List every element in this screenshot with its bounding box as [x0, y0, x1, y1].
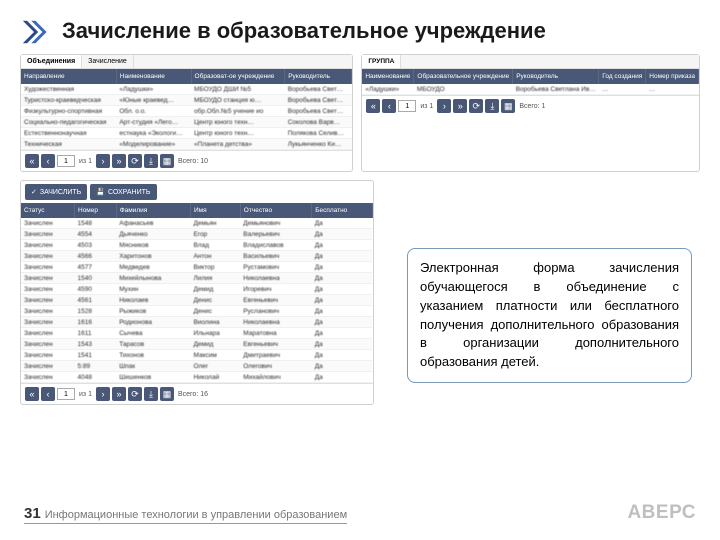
- slide-header: Зачисление в образовательное учреждение: [0, 0, 720, 46]
- pager-3: « ‹ из 1 › » ⟳ ⤓ ▦ Всего: 16: [21, 383, 373, 404]
- first-page-button[interactable]: «: [366, 99, 380, 113]
- last-page-button[interactable]: »: [453, 99, 467, 113]
- total-label: Всего: 10: [176, 158, 210, 165]
- column-header[interactable]: Образоват-ое учреждение: [191, 69, 285, 84]
- table-row[interactable]: Зачислен1540МихейлыноваЛилияНиколаевнаДа: [21, 273, 372, 284]
- footer-left: 31 Информационные технологии в управлени…: [24, 505, 347, 524]
- first-page-button[interactable]: «: [25, 154, 39, 168]
- export-icon[interactable]: ⤓: [144, 387, 158, 401]
- column-header[interactable]: Руководитель: [285, 69, 352, 84]
- settings-icon[interactable]: ▦: [501, 99, 515, 113]
- page-of-label: из 1: [77, 391, 94, 398]
- page-input[interactable]: [57, 155, 75, 167]
- table-row[interactable]: Естественнонаучнаяестнаука «Экологи…Цент…: [21, 128, 352, 139]
- table-row[interactable]: Зачислен4590МухинДемидИгоревичДа: [21, 284, 372, 295]
- table-assoc: НаправлениеНаименованиеОбразоват-ое учре…: [21, 69, 352, 150]
- column-header[interactable]: Руководитель: [513, 69, 599, 84]
- table-students: СтатусНомерФамилияИмяОтчествоБесплатноЗа…: [21, 203, 373, 383]
- next-page-button[interactable]: ›: [96, 387, 110, 401]
- chevron-icon: [20, 18, 48, 46]
- page-input[interactable]: [398, 100, 416, 112]
- check-icon: ✓: [31, 188, 37, 196]
- table-row[interactable]: Зачислен4566ХаритоновАнтонВасильевичДа: [21, 251, 372, 262]
- refresh-icon[interactable]: ⟳: [469, 99, 483, 113]
- table-row[interactable]: Зачислен1528РыжиковДенисРуслановичДа: [21, 306, 372, 317]
- column-header[interactable]: Номер: [75, 203, 117, 218]
- save-button[interactable]: 💾СОХРАНИТЬ: [90, 184, 156, 200]
- last-page-button[interactable]: »: [112, 154, 126, 168]
- next-page-button[interactable]: ›: [437, 99, 451, 113]
- total-label: Всего: 16: [176, 391, 210, 398]
- description-callout: Электронная форма зачисления обучающегос…: [407, 248, 692, 383]
- settings-icon[interactable]: ▦: [160, 154, 174, 168]
- column-header[interactable]: Наименование: [362, 69, 414, 84]
- column-header[interactable]: Образовательное учреждение: [414, 69, 513, 84]
- brand-logo: АВЕРС: [627, 502, 696, 524]
- enroll-button[interactable]: ✓ЗАЧИСЛИТЬ: [25, 184, 87, 200]
- column-header[interactable]: Год создания: [599, 69, 646, 84]
- prev-page-button[interactable]: ‹: [382, 99, 396, 113]
- panel-associations: Объединения Зачисление НаправлениеНаимен…: [20, 54, 353, 172]
- page-input[interactable]: [57, 388, 75, 400]
- pager-2: « ‹ из 1 › » ⟳ ⤓ ▦ Всего: 1: [362, 95, 699, 116]
- table-row[interactable]: Социально-педагогическаяАрт-студия «Лего…: [21, 117, 352, 128]
- table-row[interactable]: Зачислен4503МясниковВладВладиславовДа: [21, 240, 372, 251]
- column-header[interactable]: Номер приказа: [646, 69, 699, 84]
- column-header[interactable]: Имя: [190, 203, 240, 218]
- table-row[interactable]: Зачислен4554ДьяченкоЕгорВалерьевичДа: [21, 229, 372, 240]
- table-row[interactable]: «Ладушки»МБОУДОВоробьева Светлана Ив………: [362, 84, 698, 95]
- table-row[interactable]: Зачислен1616РодионоваВиолинаНиколаевнаДа: [21, 317, 372, 328]
- column-header[interactable]: Отчество: [240, 203, 311, 218]
- export-icon[interactable]: ⤓: [144, 154, 158, 168]
- column-header[interactable]: Фамилия: [116, 203, 190, 218]
- slide-footer: 31 Информационные технологии в управлени…: [0, 502, 720, 524]
- table-row[interactable]: Зачислен1543ТарасовДемидЕвгеньевичДа: [21, 339, 372, 350]
- footer-caption: Информационные технологии в управлении о…: [45, 509, 347, 521]
- refresh-icon[interactable]: ⟳: [128, 154, 142, 168]
- table-row[interactable]: Физкультурно-спортивнаяОбл. о.о.обр.Обл.…: [21, 106, 352, 117]
- refresh-icon[interactable]: ⟳: [128, 387, 142, 401]
- pager-1: « ‹ из 1 › » ⟳ ⤓ ▦ Всего: 10: [21, 150, 352, 171]
- export-icon[interactable]: ⤓: [485, 99, 499, 113]
- column-header[interactable]: Наименование: [116, 69, 191, 84]
- column-header[interactable]: Бесплатно: [312, 203, 372, 218]
- table-row[interactable]: Зачислен1541ТихоновМаксимДмитраевичДа: [21, 350, 372, 361]
- table-row[interactable]: Туристско-краеведческая«Юные краевед…МБО…: [21, 95, 352, 106]
- table-row[interactable]: Зачислен1611СычеваИльнараМаратовнаДа: [21, 328, 372, 339]
- group-tab[interactable]: ГРУППА: [362, 55, 401, 68]
- table-row[interactable]: Зачислен1548АфанасьевДемьянДемьяновичДа: [21, 218, 372, 229]
- table-row[interactable]: Художественная«Ладушки»МБОУДО ДШИ №5Воро…: [21, 84, 352, 95]
- page-title: Зачисление в образовательное учреждение: [62, 18, 546, 44]
- page-of-label: из 1: [77, 158, 94, 165]
- table-row[interactable]: Зачислен5:89ШпакОлегОлеговичДа: [21, 361, 372, 372]
- table-row[interactable]: Зачислен4577МедведевВикторРустамовичДа: [21, 262, 372, 273]
- total-label: Всего: 1: [517, 103, 547, 110]
- tab-assoc[interactable]: Объединения: [21, 55, 82, 68]
- table-row[interactable]: Зачислен4048ШишенковНиколайМихайловичДа: [21, 372, 372, 383]
- column-header[interactable]: Направление: [21, 69, 116, 84]
- last-page-button[interactable]: »: [112, 387, 126, 401]
- panel-students: ✓ЗАЧИСЛИТЬ 💾СОХРАНИТЬ СтатусНомерФамилия…: [20, 180, 374, 405]
- action-bar: ✓ЗАЧИСЛИТЬ 💾СОХРАНИТЬ: [21, 181, 373, 203]
- settings-icon[interactable]: ▦: [160, 387, 174, 401]
- table-group: НаименованиеОбразовательное учреждениеРу…: [362, 69, 699, 95]
- page-of-label: из 1: [418, 103, 435, 110]
- first-page-button[interactable]: «: [25, 387, 39, 401]
- prev-page-button[interactable]: ‹: [41, 154, 55, 168]
- prev-page-button[interactable]: ‹: [41, 387, 55, 401]
- tabs: Объединения Зачисление: [21, 55, 352, 69]
- table-row[interactable]: Зачислен4561НиколаевДенисЕвгеньевичДа: [21, 295, 372, 306]
- panel-group: ГРУППА НаименованиеОбразовательное учреж…: [361, 54, 700, 172]
- page-number: 31: [24, 505, 41, 522]
- column-header[interactable]: Статус: [21, 203, 75, 218]
- table-row[interactable]: Техническая«Моделирование»«Планета детст…: [21, 139, 352, 150]
- save-icon: 💾: [96, 188, 105, 196]
- next-page-button[interactable]: ›: [96, 154, 110, 168]
- tab-enroll[interactable]: Зачисление: [82, 55, 134, 68]
